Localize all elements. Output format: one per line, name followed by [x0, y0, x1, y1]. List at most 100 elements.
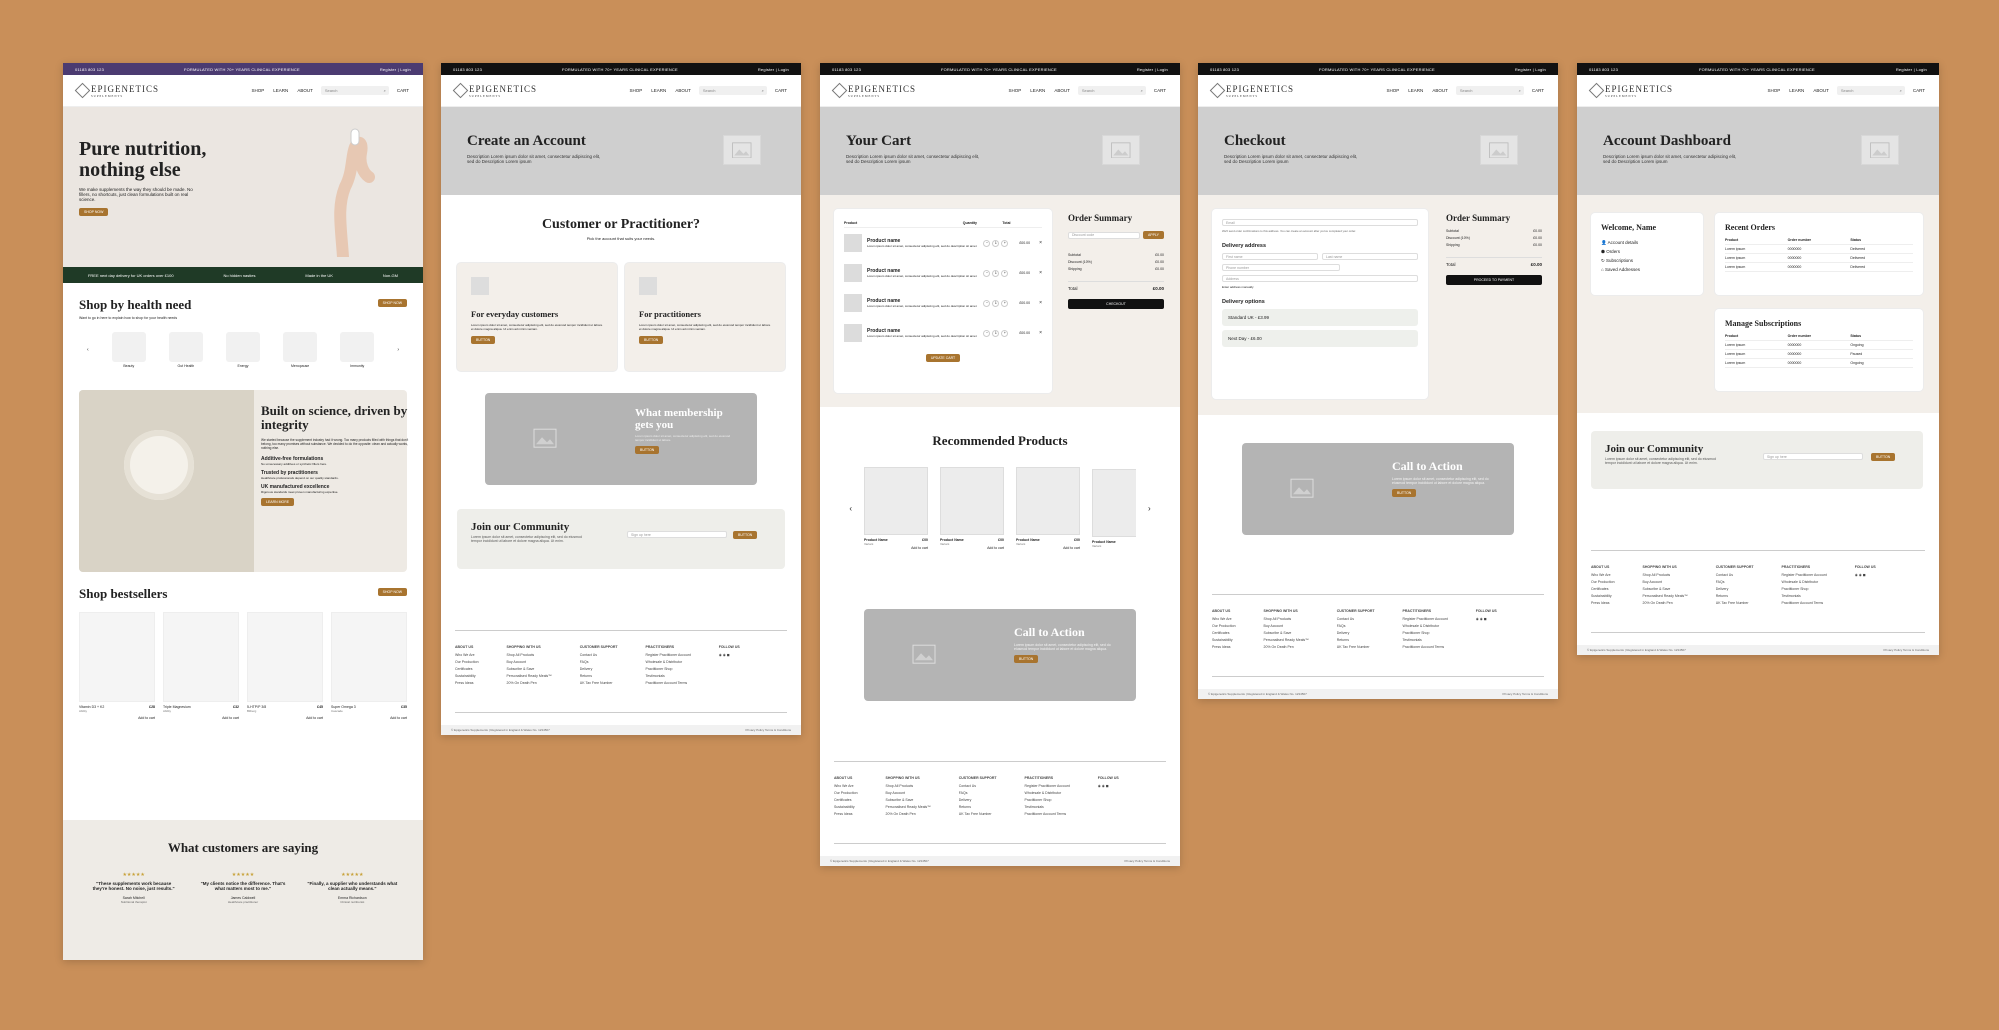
cart-link[interactable]: CART — [775, 88, 787, 93]
carousel-prev-icon[interactable]: ‹ — [87, 347, 89, 353]
logo[interactable]: EPIGENETICS SUPPLEMENTS — [74, 82, 159, 99]
search-input[interactable]: Search ⌕ — [1455, 86, 1524, 95]
address-field[interactable]: Address — [1222, 275, 1418, 282]
social-icons[interactable]: ◉ ◉ ◼ — [1476, 617, 1497, 621]
email-field[interactable]: Email — [1222, 219, 1418, 226]
manual-address-link[interactable]: Enter address manually — [1222, 285, 1418, 289]
community-signup: Join our Community Lorem ipsum dolor sit… — [1591, 431, 1923, 489]
nav-about[interactable]: ABOUT — [297, 88, 313, 93]
customer-option-card[interactable]: For everyday customers Lorem ipsum dolor… — [457, 263, 617, 371]
health-need-gut[interactable]: Gut Health — [168, 332, 203, 368]
add-to-cart-button[interactable]: Add to cart — [247, 716, 323, 720]
product-card[interactable]: Vitamin D3 + K2 £28 Ability Add to cart — [79, 612, 155, 720]
table-row[interactable]: Lorem ipsum 0000000 Ongoing — [1725, 359, 1913, 368]
logo[interactable]: EPIGENETICS SUPPLEMENTS — [1588, 82, 1673, 99]
image-placeholder-icon — [904, 637, 944, 671]
discount-input[interactable]: Discount code — [1068, 231, 1140, 239]
order-summary: Order Summary Discount code APPLY Subtota… — [1068, 213, 1164, 309]
carousel-next-icon[interactable]: › — [397, 347, 399, 353]
product-card[interactable]: Product Name £00 Variant Add to cart — [1016, 467, 1080, 550]
menu-account-details[interactable]: 👤 Account details — [1601, 238, 1693, 247]
remove-icon[interactable]: × — [1039, 300, 1042, 306]
health-need-energy[interactable]: Energy — [226, 332, 260, 368]
membership-button[interactable]: BUTTON — [635, 446, 660, 454]
remove-icon[interactable]: × — [1039, 240, 1042, 246]
remove-icon[interactable]: × — [1039, 270, 1042, 276]
menu-saved-addresses[interactable]: ⌂ Saved Addresses — [1601, 265, 1693, 274]
nav-shop[interactable]: SHOP — [252, 88, 265, 93]
add-to-cart-button[interactable]: Add to cart — [331, 716, 407, 720]
table-row[interactable]: Lorem ipsum 0000000 Paused — [1725, 350, 1913, 359]
nav-learn[interactable]: LEARN — [273, 88, 288, 93]
quantity-stepper[interactable]: −1 + — [983, 329, 1009, 337]
add-to-cart-button[interactable]: Add to cart — [163, 716, 239, 720]
table-row[interactable]: Lorem ipsum 0000000 Delivered — [1725, 254, 1913, 263]
quantity-stepper[interactable]: −1 + — [983, 239, 1009, 247]
add-to-cart-button[interactable]: Add to cart — [79, 716, 155, 720]
customer-button[interactable]: BUTTON — [471, 336, 496, 344]
product-card[interactable]: Triple Magnesium £32 Ability Add to cart — [163, 612, 239, 720]
search-input[interactable]: Search ⌕ — [698, 86, 767, 95]
cart-link[interactable]: CART — [397, 88, 409, 93]
update-cart-button[interactable]: UPDATE CART — [925, 354, 961, 362]
testimonials-section: What customers are saying ★★★★★ "These su… — [63, 820, 423, 960]
delivery-option-nextday[interactable]: Next Day - £6.00 — [1222, 330, 1418, 347]
quantity-stepper[interactable]: −1 + — [983, 299, 1009, 307]
recommended-carousel: ‹ Product Name £00 Variant Add to cart Prod… — [830, 467, 1170, 550]
health-need-immunity[interactable]: Immunity — [340, 332, 375, 368]
search-input[interactable]: Search ⌕ — [1836, 86, 1905, 95]
apply-button[interactable]: APPLY — [1142, 231, 1164, 239]
logo[interactable]: EPIGENETICS SUPPLEMENTS — [452, 82, 537, 99]
search-input[interactable]: Search ⌕ — [320, 86, 389, 95]
delivery-option-standard[interactable]: Standard UK - £3.99 — [1222, 309, 1418, 326]
testimonial: ★★★★★ "My clients notice the difference. … — [200, 872, 286, 904]
practitioner-option-card[interactable]: For practitioners Lorem ipsum dolor sit … — [625, 263, 785, 371]
product-card[interactable]: Product Name £00 Variant Add to cart — [864, 467, 928, 550]
logo[interactable]: EPIGENETICS SUPPLEMENTS — [831, 82, 916, 99]
testimonial: ★★★★★ "These supplements work because the… — [92, 872, 175, 904]
first-name-field[interactable]: First name — [1222, 253, 1318, 260]
phone-number[interactable]: 01183 803 123 — [75, 67, 104, 72]
phone-field[interactable]: Phone number — [1222, 264, 1340, 271]
practitioner-button[interactable]: BUTTON — [639, 336, 664, 344]
logo[interactable]: EPIGENETICS SUPPLEMENTS — [1209, 82, 1294, 99]
health-need-beauty[interactable]: Beauty — [111, 332, 146, 368]
last-name-field[interactable]: Last name — [1322, 253, 1418, 260]
email-input[interactable]: Sign up here — [627, 531, 727, 538]
bestsellers-shop-button[interactable]: SHOP NOW — [377, 588, 407, 596]
cart-link[interactable]: CART — [1913, 88, 1925, 93]
cart-link[interactable]: CART — [1532, 88, 1544, 93]
social-icons[interactable]: ◉ ◉ ◼ — [719, 653, 740, 657]
product-card[interactable]: Product Name Variant — [1092, 469, 1136, 548]
hero-shop-button[interactable]: SHOP NOW — [79, 208, 109, 216]
social-icons[interactable]: ◉ ◉ ◼ — [1098, 784, 1119, 788]
image-placeholder-icon — [525, 421, 565, 455]
quantity-stepper[interactable]: −1 + — [983, 269, 1009, 277]
community-submit-button[interactable]: BUTTON — [1871, 453, 1896, 461]
proceed-to-payment-button[interactable]: PROCEED TO PAYMENT — [1446, 275, 1542, 285]
search-input[interactable]: Search ⌕ — [1077, 86, 1146, 95]
product-card[interactable]: Product Name £00 Variant Add to cart — [940, 467, 1004, 550]
table-row[interactable]: Lorem ipsum 0000000 Delivered — [1725, 263, 1913, 272]
checkout-button[interactable]: CHECKOUT — [1068, 299, 1164, 309]
table-row[interactable]: Lorem ipsum 0000000 Delivered — [1725, 245, 1913, 254]
menu-orders[interactable]: ⬢ Orders — [1601, 247, 1693, 256]
community-submit-button[interactable]: BUTTON — [733, 531, 758, 539]
carousel-next-icon[interactable]: › — [1148, 504, 1151, 513]
account-links[interactable]: Register | Login — [380, 67, 411, 72]
social-icons[interactable]: ◉ ◉ ◼ — [1855, 573, 1876, 577]
carousel-prev-icon[interactable]: ‹ — [849, 504, 852, 513]
top-bar: 01183 803 123 FORMULATED WITH 70+ YEARS … — [63, 63, 423, 75]
cart-link[interactable]: CART — [1154, 88, 1166, 93]
menu-subscriptions[interactable]: ↻ Subscriptions — [1601, 256, 1693, 265]
email-input[interactable]: Sign up here — [1763, 453, 1863, 460]
remove-icon[interactable]: × — [1039, 330, 1042, 336]
science-learn-button[interactable]: LEARN MORE — [261, 497, 295, 506]
cta-button[interactable]: BUTTON — [1392, 489, 1417, 497]
product-card[interactable]: 5-HTP/P 3/8 £45 Bilberg Add to cart — [247, 612, 323, 720]
health-need-menopause[interactable]: Menopause — [283, 332, 318, 368]
cta-button[interactable]: BUTTON — [1014, 655, 1039, 663]
health-shop-button[interactable]: SHOP NOW — [377, 299, 407, 307]
product-card[interactable]: Super Omega 3 £35 Cascade Add to cart — [331, 612, 407, 720]
table-row[interactable]: Lorem ipsum 0000000 Ongoing — [1725, 341, 1913, 350]
